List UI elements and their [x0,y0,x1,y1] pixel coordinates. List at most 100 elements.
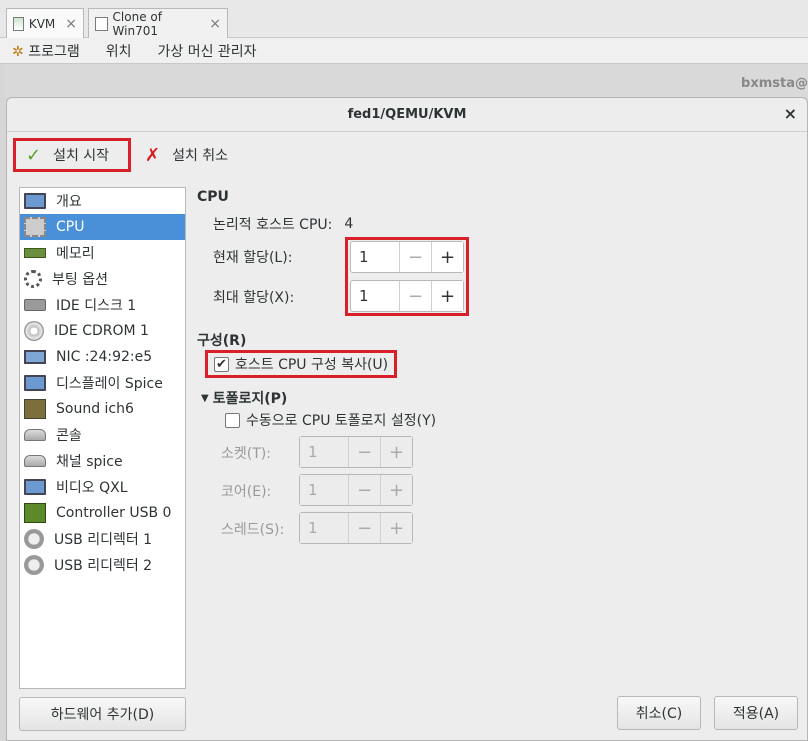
logical-host-cpu-value: 4 [344,216,354,232]
max-allocation-value[interactable]: 1 [351,281,399,311]
increment-button[interactable]: + [431,242,463,272]
sidebar-item-nic[interactable]: NIC :24:92:e5 [20,344,185,370]
cross-icon: ✗ [145,144,161,166]
gear-icon [24,270,42,288]
channel-icon [24,455,46,467]
sidebar-item-usb-redirector-1[interactable]: USB 리디렉터 1 [20,526,185,552]
sidebar-item-overview[interactable]: 개요 [20,188,185,214]
sidebar-item-channel[interactable]: 채널 spice [20,448,185,474]
max-allocation-label: 최대 할당(X): [213,290,295,306]
sidebar-item-console[interactable]: 콘솔 [20,422,185,448]
configuration-heading: 구성(R) [197,333,247,349]
menu-places[interactable]: 위치 [106,41,132,61]
toolbar: ✓ 설치 시작 ✗ 설치 취소 [7,134,807,174]
cancel-button[interactable]: 취소(C) [617,696,701,730]
logical-host-cpu-row: 논리적 호스트 CPU: 4 [213,214,353,234]
tab-kvm[interactable]: KVM × [6,8,84,38]
cdrom-icon [24,321,44,341]
menu-bar: ✲ 프로그램 위치 가상 머신 관리자 [0,38,808,64]
increment-button[interactable]: + [431,281,463,311]
sidebar-item-cpu[interactable]: CPU [20,214,185,240]
manual-topology-checkbox[interactable] [225,412,240,428]
background-window: bxmsta@ [4,64,808,98]
cores-label: 코어(E): [221,484,272,500]
memory-icon [24,248,46,258]
copy-host-cpu-label: 호스트 CPU 구성 복사(U) [235,357,389,373]
vm-details-dialog: fed1/QEMU/KVM × ✓ 설치 시작 ✗ 설치 취소 개요 CPU 메… [6,97,808,741]
decrement-button: − [348,437,380,467]
topology-expander[interactable]: ▼ 토폴로지(P) [201,388,287,408]
vm-tab-icon [13,16,24,31]
monitor-icon [24,193,46,209]
threads-label: 스레드(S): [221,522,285,538]
max-allocation-stepper[interactable]: 1 − + [350,280,464,312]
cores-value: 1 [300,475,348,505]
close-icon[interactable]: × [209,16,221,32]
tab-label: Clone of Win701 [112,9,162,38]
display-icon [24,375,46,391]
controller-icon [24,503,46,523]
begin-installation-button[interactable]: ✓ 설치 시작 [13,138,131,172]
dialog-titlebar: fed1/QEMU/KVM × [7,98,807,132]
checkmark-icon: ✓ [26,144,42,166]
console-icon [24,429,46,441]
copy-host-cpu-checkbox-row[interactable]: ✔ 호스트 CPU 구성 복사(U) [214,354,388,374]
close-icon[interactable]: × [784,104,797,123]
sidebar-item-video[interactable]: 비디오 QXL [20,474,185,500]
manual-topology-row[interactable]: 수동으로 CPU 토폴로지 설정(Y) [225,410,436,430]
sidebar-item-usb-redirector-2[interactable]: USB 리디렉터 2 [20,552,185,578]
close-icon[interactable]: × [65,16,77,32]
sidebar-item-controller-usb[interactable]: Controller USB 0 [20,500,185,526]
tab-bar: KVM × Clone of Win701 × [0,0,808,38]
logical-host-cpu-label: 논리적 호스트 CPU: [213,217,333,233]
begin-installation-label: 설치 시작 [53,148,110,164]
current-allocation-label: 현재 할당(L): [213,250,293,266]
decrement-button[interactable]: − [399,242,431,272]
sidebar-item-ide-disk[interactable]: IDE 디스크 1 [20,292,185,318]
decrement-button[interactable]: − [399,281,431,311]
sockets-value: 1 [300,437,348,467]
network-icon [24,350,46,364]
manual-topology-label: 수동으로 CPU 토폴로지 설정(Y) [246,413,437,429]
sidebar-item-memory[interactable]: 메모리 [20,240,185,266]
username-label: bxmsta@ [741,76,808,91]
topology-heading: 토폴로지(P) [212,391,288,407]
menu-vm-manager[interactable]: 가상 머신 관리자 [157,41,256,61]
decrement-button: − [348,513,380,543]
cpu-chip-icon [24,217,46,237]
usb-icon [24,529,44,549]
video-icon [24,479,46,495]
sidebar-item-display[interactable]: 디스플레이 Spice [20,370,185,396]
cpu-heading: CPU [197,189,229,205]
cores-stepper: 1 − + [299,474,413,506]
sockets-stepper: 1 − + [299,436,413,468]
tab-clone[interactable]: Clone of Win701 × [88,8,228,38]
sockets-label: 소켓(T): [221,446,271,462]
add-hardware-button[interactable]: 하드웨어 추가(D) [19,697,186,731]
threads-value: 1 [300,513,348,543]
current-allocation-stepper[interactable]: 1 − + [350,241,464,273]
vm-tab-icon [95,16,108,31]
tab-label: KVM [28,16,56,31]
increment-button: + [380,513,412,543]
hardware-list: 개요 CPU 메모리 부팅 옵션 IDE 디스크 1 IDE CDROM 1 N… [19,187,186,689]
decrement-button: − [348,475,380,505]
sidebar-item-sound[interactable]: Sound ich6 [20,396,185,422]
sidebar-item-boot-options[interactable]: 부팅 옵션 [20,266,185,292]
disk-icon [24,299,46,311]
threads-stepper: 1 − + [299,512,413,544]
dialog-title: fed1/QEMU/KVM [347,107,467,122]
usb-icon [24,555,44,575]
triangle-down-icon: ▼ [201,392,209,404]
sound-icon [24,399,46,419]
cancel-installation-button[interactable]: ✗ 설치 취소 [135,138,238,172]
menu-programs[interactable]: ✲ 프로그램 [12,41,80,61]
copy-host-cpu-checkbox[interactable]: ✔ [214,356,229,372]
apps-icon: ✲ [12,43,24,60]
increment-button: + [380,475,412,505]
cancel-installation-label: 설치 취소 [172,148,229,164]
sidebar-item-ide-cdrom[interactable]: IDE CDROM 1 [20,318,185,344]
increment-button: + [380,437,412,467]
current-allocation-value[interactable]: 1 [351,242,399,272]
apply-button[interactable]: 적용(A) [714,696,798,730]
